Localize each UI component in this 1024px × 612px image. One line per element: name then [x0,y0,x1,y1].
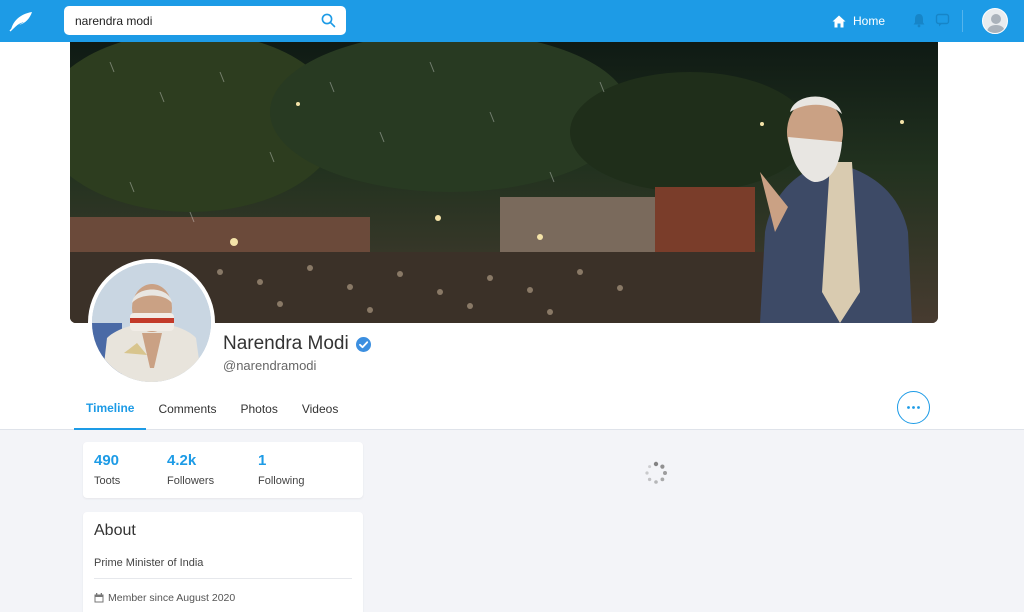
profile-stats-card: 490 Toots 4.2k Followers 1 Following [83,442,363,498]
top-navbar: Home [0,0,1024,42]
tab-videos[interactable]: Videos [290,388,350,430]
chat-icon[interactable] [935,13,950,28]
home-nav-link[interactable]: Home [832,12,885,30]
about-divider [94,578,352,579]
stat-followers-label: Followers [167,475,215,487]
tab-photos[interactable]: Photos [228,388,289,430]
about-bio: Prime Minister of India [94,557,204,569]
profile-avatar[interactable] [88,259,215,386]
search-box [64,6,346,35]
profile-handle: @narendramodi [223,358,317,373]
stat-toots-label: Toots [94,475,121,487]
loading-spinner-icon [645,461,667,484]
bell-icon[interactable] [912,13,926,28]
tab-comments[interactable]: Comments [146,388,228,430]
profile-header: Narendra Modi @narendramodi Timeline Com… [0,42,1024,430]
member-since: Member since August 2020 [94,592,235,604]
about-card: About Prime Minister of India Member sin… [83,512,363,612]
profile-display-name: Narendra Modi [223,333,371,355]
stat-followers-value: 4.2k [167,452,197,469]
about-title: About [94,522,136,539]
feather-logo-icon[interactable] [8,9,34,33]
home-label: Home [853,14,886,28]
more-options-icon [907,406,920,409]
verified-icon [355,336,371,352]
profile-name-text: Narendra Modi [223,333,349,354]
profile-tabs: Timeline Comments Photos Videos [74,388,350,430]
stat-following-value: 1 [258,452,267,469]
search-input[interactable] [75,6,315,35]
stat-following-label: Following [258,475,305,487]
member-since-text: Member since August 2020 [108,592,236,604]
home-icon [832,15,846,27]
search-icon[interactable] [321,13,336,28]
stat-toots-value: 490 [94,452,120,469]
tab-timeline[interactable]: Timeline [74,388,147,430]
calendar-icon [94,593,104,603]
navbar-divider [962,10,963,32]
more-options-button[interactable] [897,391,930,424]
user-avatar-icon[interactable] [982,8,1008,34]
